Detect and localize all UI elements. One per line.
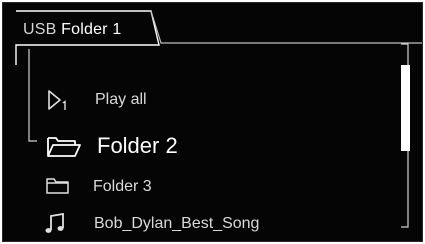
list-item-label: Bob_Dylan_Best_Song <box>94 215 260 232</box>
scrollbar-thumb[interactable] <box>401 65 410 151</box>
tab-baseline <box>150 10 422 44</box>
tab-current-label: Folder 1 <box>61 21 122 38</box>
tab-title[interactable]: USB Folder 1 <box>23 21 121 39</box>
list-item-folder-2[interactable]: Folder 2 <box>3 129 393 163</box>
list-item-label: Folder 2 <box>97 133 178 158</box>
folder-open-icon <box>47 137 81 157</box>
media-browser-screen: USB Folder 1 Play all Folder 2 Folder 3 … <box>2 2 423 242</box>
list-item-label: Play all <box>95 91 147 108</box>
list-item-song[interactable]: Bob_Dylan_Best_Song <box>3 211 393 237</box>
list-item-folder-3[interactable]: Folder 3 <box>3 174 393 200</box>
folder-icon <box>46 178 69 194</box>
tab-path-label: USB <box>23 21 57 38</box>
play-all-icon <box>48 90 66 110</box>
list-item-label: Folder 3 <box>93 178 152 195</box>
list-item-play-all[interactable]: Play all <box>3 87 393 115</box>
music-note-icon <box>45 213 64 233</box>
